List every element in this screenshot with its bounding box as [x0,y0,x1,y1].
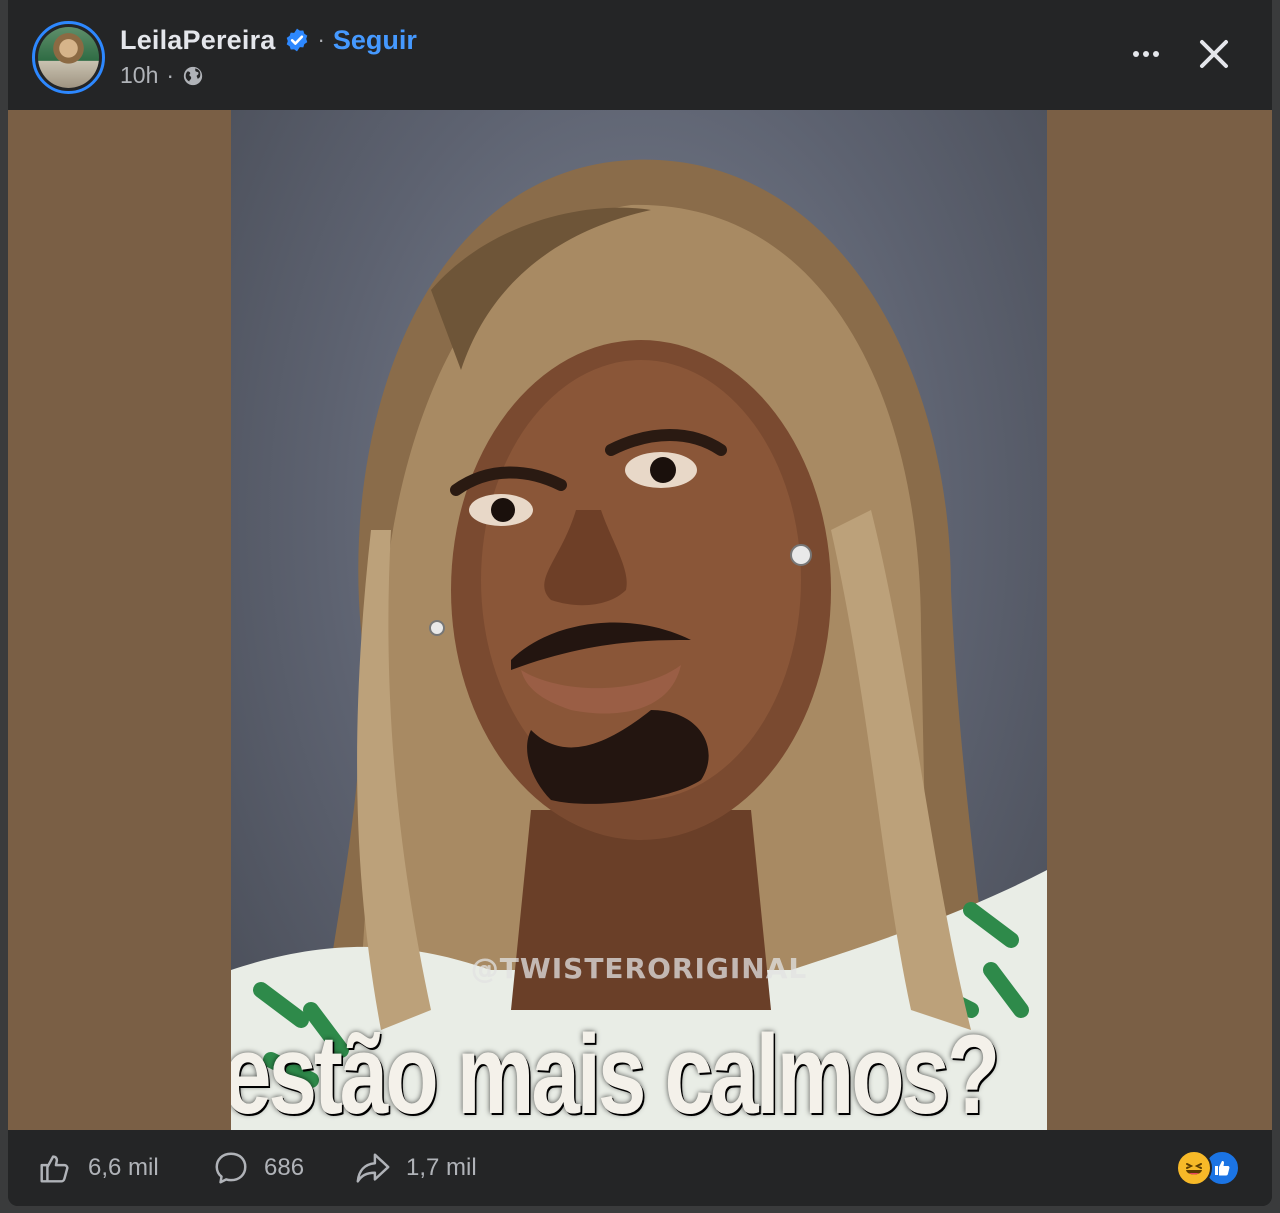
share-button[interactable]: 1,7 mil [354,1148,477,1188]
post-header: LeilaPereira · Seguir 10h · [8,0,1272,110]
close-icon[interactable] [1190,30,1238,78]
author-avatar[interactable] [32,21,105,94]
post-time[interactable]: 10h [120,62,158,89]
share-count: 1,7 mil [406,1154,477,1181]
photo-watermark: @TWISTERORIGINAL [470,952,808,985]
more-dot [1133,51,1139,57]
post-media[interactable]: @TWISTERORIGINAL estão mais calmos? [8,110,1272,1130]
author-name[interactable]: LeilaPereira [120,25,276,56]
comment-icon [215,1152,247,1184]
globe-icon[interactable] [182,65,204,87]
more-dot [1153,51,1159,57]
more-dot [1143,51,1149,57]
reaction-summary[interactable] [1176,1148,1248,1188]
avatar-image [38,27,99,88]
separator-dot: · [317,27,325,52]
post-meta: 10h · [120,62,204,89]
post-viewer-window: LeilaPereira · Seguir 10h · @TWISTERORIG… [8,0,1272,1206]
post-photo[interactable]: @TWISTERORIGINAL estão mais calmos? [231,110,1047,1130]
verified-badge-icon [286,28,307,52]
more-options-button[interactable] [1122,36,1170,72]
comment-button[interactable]: 686 [212,1148,304,1188]
thumbs-up-icon [40,1155,69,1183]
comment-count: 686 [264,1154,305,1181]
meme-caption: estão mais calmos? [231,1012,1000,1130]
author-row: LeilaPereira · Seguir [120,22,417,58]
haha-reaction-icon [1176,1150,1212,1186]
like-count: 6,6 mil [88,1154,159,1181]
post-actions-bar: 6,6 mil 686 1,7 mil [8,1130,1272,1206]
meta-separator: · [166,62,175,88]
like-button[interactable]: 6,6 mil [36,1148,159,1188]
follow-button[interactable]: Seguir [333,25,417,56]
share-icon [356,1153,390,1183]
